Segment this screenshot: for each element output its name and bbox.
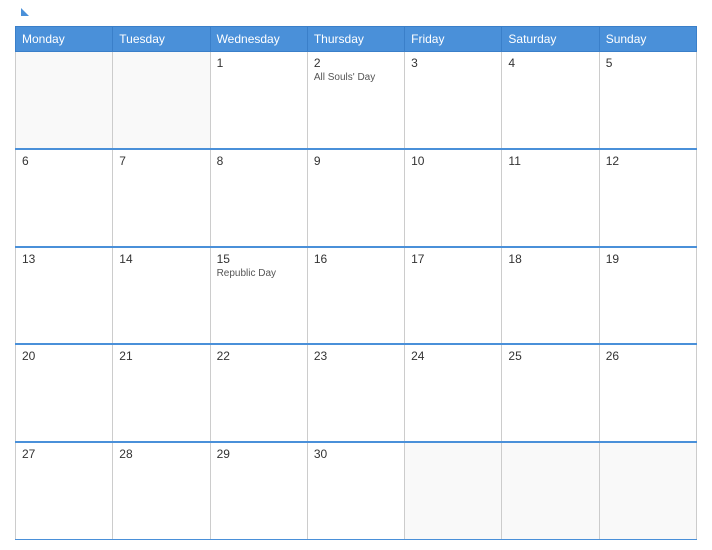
logo [20, 10, 30, 18]
calendar-cell: 8 [210, 149, 307, 247]
calendar-cell: 2 All Souls' Day [307, 52, 404, 150]
day-number: 13 [22, 252, 106, 266]
calendar-cell: 5 [599, 52, 696, 150]
calendar-cell: 9 [307, 149, 404, 247]
calendar-cell [405, 442, 502, 540]
day-number: 26 [606, 349, 690, 363]
calendar-body: 12All Souls' Day3456789101112131415Repub… [16, 52, 697, 540]
calendar-cell: 12 [599, 149, 696, 247]
calendar-cell: 3 [405, 52, 502, 150]
calendar-cell: 30 [307, 442, 404, 540]
weekday-header-saturday: Saturday [502, 27, 599, 52]
day-number: 25 [508, 349, 592, 363]
calendar-cell: 22 [210, 344, 307, 442]
calendar-cell: 18 [502, 247, 599, 345]
day-number: 1 [217, 56, 301, 70]
calendar-week-row: 6789 10 11 12 [16, 149, 697, 247]
calendar-cell: 1 [210, 52, 307, 150]
calendar-cell: 27 [16, 442, 113, 540]
calendar-cell: 4 [502, 52, 599, 150]
day-number: 14 [119, 252, 203, 266]
day-number: 27 [22, 447, 106, 461]
calendar-cell: 24 [405, 344, 502, 442]
calendar-cell: 26 [599, 344, 696, 442]
weekday-header-thursday: Thursday [307, 27, 404, 52]
day-number: 5 [606, 56, 690, 70]
day-number: 28 [119, 447, 203, 461]
day-number: 4 [508, 56, 592, 70]
logo-triangle-icon [21, 8, 29, 16]
calendar-table: MondayTuesdayWednesdayThursdayFridaySatu… [15, 26, 697, 540]
day-number: 8 [217, 154, 301, 168]
day-number: 11 [508, 154, 592, 168]
weekday-header-friday: Friday [405, 27, 502, 52]
weekday-header-row: MondayTuesdayWednesdayThursdayFridaySatu… [16, 27, 697, 52]
calendar-cell [16, 52, 113, 150]
day-number: 6 [22, 154, 106, 168]
calendar-cell: 23 [307, 344, 404, 442]
weekday-header-tuesday: Tuesday [113, 27, 210, 52]
calendar-cell: 21 [113, 344, 210, 442]
calendar-cell: 17 [405, 247, 502, 345]
day-number: 18 [508, 252, 592, 266]
calendar-cell: 10 [405, 149, 502, 247]
calendar-cell: 11 [502, 149, 599, 247]
holiday-label: Republic Day [217, 268, 301, 279]
header [15, 10, 697, 18]
calendar-cell: 15 Republic Day [210, 247, 307, 345]
day-number: 20 [22, 349, 106, 363]
calendar-week-row: 12 All Souls' Day 345 [16, 52, 697, 150]
page: MondayTuesdayWednesdayThursdayFridaySatu… [0, 0, 712, 550]
weekday-header-wednesday: Wednesday [210, 27, 307, 52]
day-number: 21 [119, 349, 203, 363]
day-number: 7 [119, 154, 203, 168]
calendar-cell: 19 [599, 247, 696, 345]
day-number: 17 [411, 252, 495, 266]
day-number: 3 [411, 56, 495, 70]
day-number: 16 [314, 252, 398, 266]
day-number: 23 [314, 349, 398, 363]
calendar-cell [599, 442, 696, 540]
calendar-cell: 20 [16, 344, 113, 442]
calendar-week-row: 13 14 15 Republic Day 16 17 18 19 [16, 247, 697, 345]
calendar-cell: 7 [113, 149, 210, 247]
calendar-cell: 14 [113, 247, 210, 345]
day-number: 2 [314, 56, 398, 70]
day-number: 19 [606, 252, 690, 266]
calendar-cell [113, 52, 210, 150]
calendar-week-row: 20 21 22 23 24 25 26 [16, 344, 697, 442]
day-number: 30 [314, 447, 398, 461]
day-number: 10 [411, 154, 495, 168]
calendar-cell [502, 442, 599, 540]
day-number: 15 [217, 252, 301, 266]
day-number: 29 [217, 447, 301, 461]
weekday-header-monday: Monday [16, 27, 113, 52]
calendar-header: MondayTuesdayWednesdayThursdayFridaySatu… [16, 27, 697, 52]
calendar-week-row: 27 28 29 30 [16, 442, 697, 540]
calendar-cell: 29 [210, 442, 307, 540]
holiday-label: All Souls' Day [314, 72, 398, 83]
day-number: 12 [606, 154, 690, 168]
weekday-header-sunday: Sunday [599, 27, 696, 52]
day-number: 24 [411, 349, 495, 363]
calendar-cell: 28 [113, 442, 210, 540]
calendar-cell: 6 [16, 149, 113, 247]
calendar-cell: 13 [16, 247, 113, 345]
day-number: 9 [314, 154, 398, 168]
day-number: 22 [217, 349, 301, 363]
calendar-cell: 25 [502, 344, 599, 442]
calendar-cell: 16 [307, 247, 404, 345]
